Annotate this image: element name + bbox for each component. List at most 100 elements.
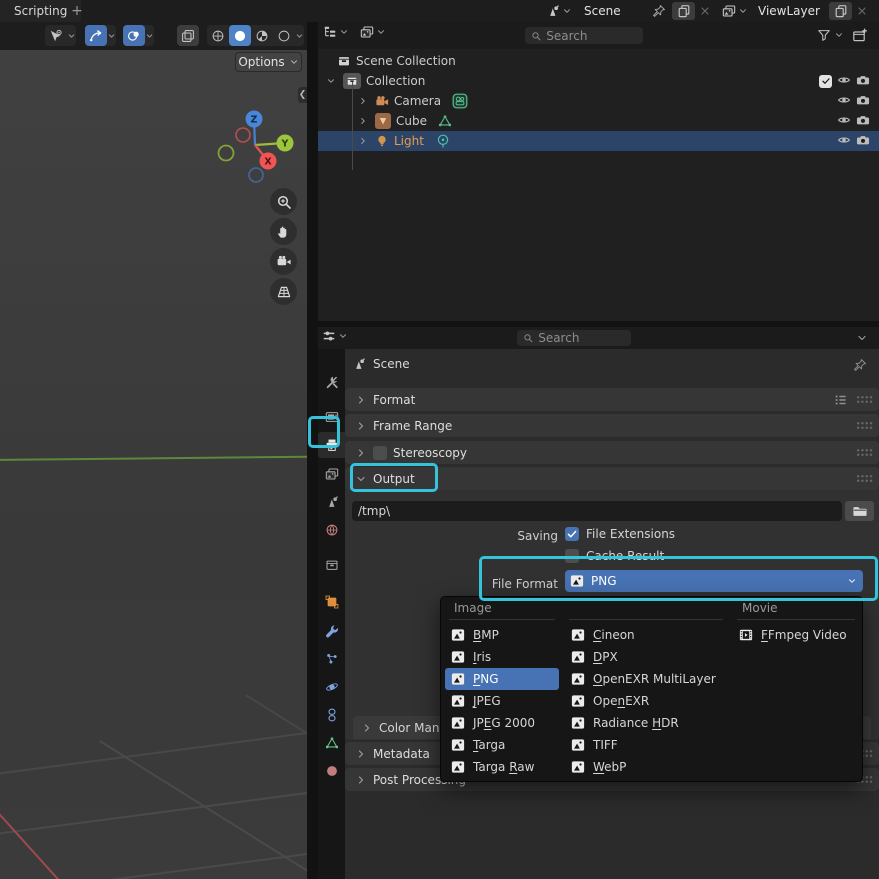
disable-render-toggle[interactable] (856, 113, 870, 130)
editor-type-dropdown[interactable] (322, 329, 348, 343)
shading-wireframe-button[interactable] (207, 25, 229, 46)
scene-selector[interactable] (546, 2, 572, 20)
viewlayer-name[interactable]: ViewLayer (758, 4, 820, 18)
outliner-row-scene-collection[interactable]: Scene Collection (318, 51, 879, 71)
object-type-visibility-dropdown[interactable] (45, 25, 76, 46)
menu-item-targa-raw[interactable]: Targa Raw (445, 756, 559, 778)
properties-tab-object-data[interactable] (318, 730, 345, 756)
presets-icon[interactable] (834, 393, 848, 407)
filter-icon[interactable] (817, 28, 831, 42)
orthographic-toggle-button[interactable] (270, 278, 297, 305)
xray-toggle[interactable] (177, 25, 199, 46)
panel-grip[interactable] (856, 448, 873, 457)
unlink-scene-icon[interactable] (699, 5, 711, 17)
browse-folder-button[interactable] (845, 501, 874, 521)
menu-item-cineon[interactable]: Cineon (565, 624, 727, 646)
shading-rendered-button[interactable] (273, 25, 295, 46)
menu-item-jpeg-2000[interactable]: JPEG 2000 (445, 712, 559, 734)
panel-grip[interactable] (856, 395, 873, 404)
menu-item-tiff[interactable]: TIFF (565, 734, 727, 756)
panel-grip[interactable] (856, 474, 873, 483)
sidebar-toggle[interactable]: ❮ (298, 87, 307, 103)
outliner-row-camera[interactable]: Camera (318, 91, 879, 111)
stereoscopy-checkbox[interactable] (373, 446, 387, 460)
add-workspace-button[interactable]: + (64, 0, 90, 22)
properties-tab-object[interactable] (318, 589, 345, 615)
properties-tab-material[interactable] (318, 758, 345, 784)
panel-stereoscopy[interactable]: Stereoscopy (345, 441, 879, 464)
viewlayer-selector[interactable] (722, 2, 748, 20)
panel-format[interactable]: Format (345, 388, 879, 411)
panel-grip[interactable] (856, 421, 873, 430)
pan-view-button[interactable] (270, 218, 297, 245)
menu-item-dpx[interactable]: DPX (565, 646, 727, 668)
properties-tab-tool[interactable] (318, 369, 345, 395)
properties-tab-physics[interactable] (318, 674, 345, 700)
menu-item-webp[interactable]: WebP (565, 756, 727, 778)
zoom-view-button[interactable] (270, 188, 297, 215)
menu-item-png[interactable]: PNG (445, 668, 559, 690)
properties-tab-render[interactable] (318, 404, 345, 430)
collapse-toggle[interactable] (324, 76, 338, 86)
menu-item-openexr-multilayer[interactable]: OpenEXR MultiLayer (565, 668, 727, 690)
menu-item-jpeg[interactable]: JPEG (445, 690, 559, 712)
scene-name[interactable]: Scene (584, 4, 621, 18)
pin-icon[interactable] (853, 358, 867, 372)
properties-tab-output[interactable] (318, 432, 345, 458)
panel-output[interactable]: Output (345, 467, 879, 490)
properties-tab-scene[interactable] (318, 489, 345, 515)
hide-viewport-toggle[interactable] (837, 113, 851, 130)
vertical-splitter[interactable] (307, 22, 318, 879)
file-format-dropdown[interactable]: PNG (565, 570, 863, 592)
shading-material-button[interactable] (251, 25, 273, 46)
new-collection-icon[interactable] (852, 27, 868, 43)
show-gizmo-toggle[interactable] (85, 25, 116, 46)
shading-solid-button[interactable] (229, 25, 251, 46)
disable-render-toggle[interactable] (856, 73, 870, 90)
3d-viewport[interactable]: Options ❮ Z Y X (0, 22, 307, 879)
disable-render-toggle[interactable] (856, 133, 870, 150)
menu-item-targa[interactable]: Targa (445, 734, 559, 756)
camera-view-button[interactable] (270, 248, 297, 275)
navigation-gizmo[interactable]: Z Y X (213, 104, 297, 188)
exclude-checkbox[interactable] (819, 75, 832, 88)
display-mode-dropdown[interactable] (360, 25, 386, 39)
chevron-down-icon[interactable] (856, 332, 868, 344)
outliner-search-input[interactable] (546, 29, 637, 43)
chevron-down-icon[interactable] (834, 30, 844, 40)
new-viewlayer-button[interactable] (829, 2, 852, 20)
remove-viewlayer-icon[interactable] (856, 5, 868, 17)
show-overlays-toggle[interactable] (123, 25, 154, 46)
properties-tab-modifiers[interactable] (318, 618, 345, 644)
expand-toggle[interactable] (356, 96, 370, 106)
pin-icon[interactable] (652, 4, 666, 18)
properties-search-input[interactable] (538, 331, 625, 345)
expand-toggle[interactable] (356, 116, 370, 126)
properties-tab-world[interactable] (318, 517, 345, 543)
outliner-row-cube[interactable]: Cube (318, 111, 879, 131)
properties-tab-view-layer[interactable] (318, 461, 345, 487)
cache-result-checkbox[interactable] (565, 549, 579, 563)
menu-item-openexr[interactable]: OpenEXR (565, 690, 727, 712)
hide-viewport-toggle[interactable] (837, 133, 851, 150)
options-dropdown[interactable]: Options (236, 53, 301, 71)
menu-item-radiance-hdr[interactable]: Radiance HDR (565, 712, 727, 734)
disable-render-toggle[interactable] (856, 93, 870, 110)
menu-item-iris[interactable]: Iris (445, 646, 559, 668)
outliner-row-collection[interactable]: Collection (318, 71, 879, 91)
breadcrumb-scene[interactable]: Scene (373, 357, 410, 371)
hide-viewport-toggle[interactable] (837, 93, 851, 110)
editor-type-dropdown[interactable] (323, 25, 349, 39)
menu-item-bmp[interactable]: BMP (445, 624, 559, 646)
new-scene-button[interactable] (672, 2, 695, 20)
file-extensions-checkbox[interactable] (565, 527, 579, 541)
panel-frame-range[interactable]: Frame Range (345, 414, 879, 437)
properties-tab-particles[interactable] (318, 646, 345, 672)
output-path-field[interactable]: /tmp\ (352, 501, 842, 521)
menu-item-ffmpeg-video[interactable]: FFmpeg Video (733, 624, 859, 646)
properties-search[interactable] (517, 330, 631, 346)
outliner-row-light[interactable]: Light (318, 131, 879, 151)
properties-tab-constraints[interactable] (318, 702, 345, 728)
properties-tab-collection[interactable] (318, 552, 345, 578)
expand-toggle[interactable] (356, 136, 370, 146)
